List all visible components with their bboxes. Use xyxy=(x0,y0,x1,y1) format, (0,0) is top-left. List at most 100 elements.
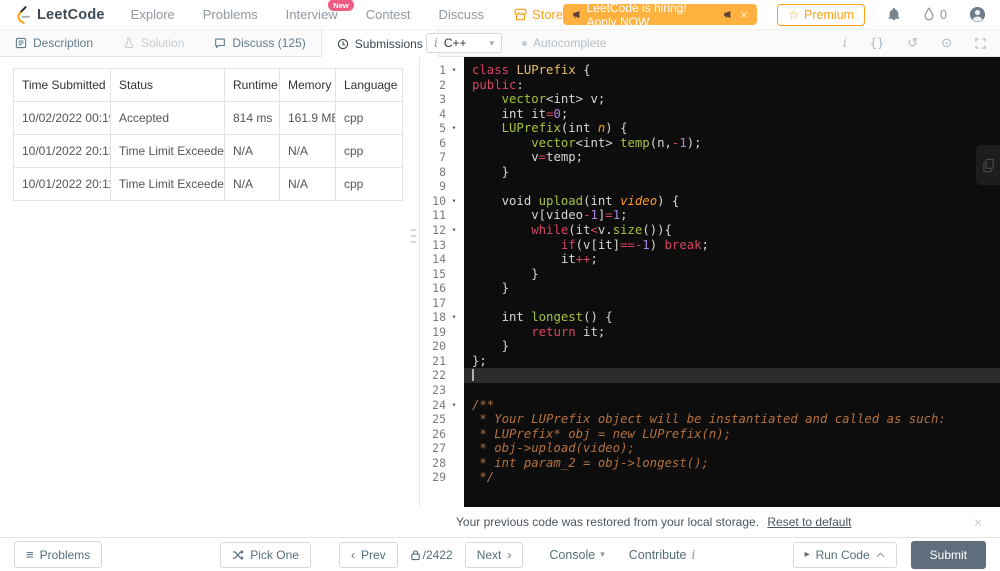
line-number[interactable]: 29 xyxy=(420,470,464,485)
line-number[interactable]: 15 xyxy=(420,267,464,282)
reset-to-default-link[interactable]: Reset to default xyxy=(767,515,851,529)
daily-streak[interactable]: 0 xyxy=(923,7,947,22)
line-number[interactable]: 11 xyxy=(420,208,464,223)
code-line[interactable] xyxy=(464,296,1000,311)
fold-arrow-icon[interactable] xyxy=(446,107,462,122)
hiring-banner[interactable]: LeetCode is hiring! Apply NOW. × xyxy=(563,1,757,29)
code-line[interactable]: } xyxy=(464,165,1000,180)
line-number[interactable]: 13 xyxy=(420,238,464,253)
fold-arrow-icon[interactable] xyxy=(446,150,462,165)
code-line[interactable]: }; xyxy=(464,354,1000,369)
fold-arrow-icon[interactable] xyxy=(446,456,462,471)
code-line[interactable] xyxy=(464,383,1000,398)
leetcode-logo[interactable]: LeetCode xyxy=(14,5,105,24)
code-line[interactable]: vector<int> temp(n,-1); xyxy=(464,136,1000,151)
code-line[interactable]: LUPrefix(int n) { xyxy=(464,121,1000,136)
fold-arrow-icon[interactable] xyxy=(446,267,462,282)
nav-item-discuss[interactable]: Discuss xyxy=(439,7,485,22)
fold-arrow-icon[interactable] xyxy=(446,165,462,180)
fold-arrow-icon[interactable] xyxy=(446,136,462,151)
line-number[interactable]: 28 xyxy=(420,456,464,471)
line-number[interactable]: 20 xyxy=(420,339,464,354)
language-select[interactable]: i C++ ▾ xyxy=(426,33,502,53)
table-row[interactable]: 10/01/2022 20:12 Time Limit Exceeded N/A N/… xyxy=(13,134,403,168)
fold-arrow-icon[interactable] xyxy=(446,368,462,383)
line-number[interactable]: 22 xyxy=(420,368,464,383)
fold-arrow-icon[interactable] xyxy=(446,441,462,456)
line-number[interactable]: 27 xyxy=(420,441,464,456)
line-number[interactable]: 18 ▾ xyxy=(420,310,464,325)
line-number[interactable]: 12 ▾ xyxy=(420,223,464,238)
code-line[interactable]: v=temp; xyxy=(464,150,1000,165)
code-line[interactable] xyxy=(464,368,1000,384)
table-row[interactable]: 10/01/2022 20:11 Time Limit Exceeded N/A N/… xyxy=(13,167,403,201)
line-number[interactable]: 16 xyxy=(420,281,464,296)
fold-arrow-icon[interactable]: ▾ xyxy=(446,63,462,78)
notifications-bell-icon[interactable] xyxy=(887,7,901,22)
code-line[interactable]: return it; xyxy=(464,325,1000,340)
fold-arrow-icon[interactable] xyxy=(446,208,462,223)
code-line[interactable]: vector<int> v; xyxy=(464,92,1000,107)
line-number[interactable]: 6 xyxy=(420,136,464,151)
code-editor[interactable]: 1 ▾ 2 3 4 5 ▾ 6 7 8 9 10 ▾ 11 12 ▾ 13 14 15 16 17 18 ▾ 19 20 21 22… xyxy=(420,57,1000,507)
nav-item-store[interactable]: Store xyxy=(514,7,563,22)
code-line[interactable]: * int param_2 = obj->longest(); xyxy=(464,456,1000,471)
line-number[interactable]: 17 xyxy=(420,296,464,311)
cell-status[interactable]: Time Limit Exceeded xyxy=(110,167,225,201)
cell-status[interactable]: Accepted xyxy=(110,101,225,135)
settings-icon[interactable]: ⊙ xyxy=(941,35,952,51)
line-number[interactable]: 8 xyxy=(420,165,464,180)
nav-item-problems[interactable]: Problems xyxy=(203,7,258,22)
code-line[interactable]: } xyxy=(464,267,1000,282)
fold-arrow-icon[interactable]: ▾ xyxy=(446,310,462,325)
line-number[interactable]: 4 xyxy=(420,107,464,122)
line-number[interactable]: 25 xyxy=(420,412,464,427)
nav-item-contest[interactable]: Contest xyxy=(366,7,411,22)
code-line[interactable]: v[video-1]=1; xyxy=(464,208,1000,223)
code-line[interactable]: } xyxy=(464,281,1000,296)
line-number[interactable]: 23 xyxy=(420,383,464,398)
fold-arrow-icon[interactable] xyxy=(446,78,462,93)
submit-button[interactable]: Submit xyxy=(910,540,986,569)
fold-arrow-icon[interactable] xyxy=(446,339,462,354)
console-toggle[interactable]: Console ▾ xyxy=(549,548,604,562)
line-number[interactable]: 14 xyxy=(420,252,464,267)
code-line[interactable]: it++; xyxy=(464,252,1000,267)
code-line[interactable]: * LUPrefix* obj = new LUPrefix(n); xyxy=(464,427,1000,442)
pick-one-button[interactable]: Pick One xyxy=(220,541,311,568)
code-line[interactable]: void upload(int video) { xyxy=(464,194,1000,209)
fold-arrow-icon[interactable] xyxy=(446,296,462,311)
info-icon[interactable]: i xyxy=(843,36,847,50)
table-row[interactable]: 10/02/2022 00:19 Accepted 814 ms 161.9 MB cp… xyxy=(13,101,403,135)
premium-button[interactable]: ☆ Premium xyxy=(776,3,866,26)
line-number[interactable]: 21 xyxy=(420,354,464,369)
code-line[interactable]: } xyxy=(464,339,1000,354)
fold-arrow-icon[interactable] xyxy=(446,238,462,253)
panel-resize-handle[interactable] xyxy=(411,229,416,243)
prev-button[interactable]: ‹ Prev xyxy=(338,541,398,568)
fold-arrow-icon[interactable] xyxy=(446,470,462,485)
fold-arrow-icon[interactable]: ▾ xyxy=(446,398,462,413)
fold-arrow-icon[interactable] xyxy=(446,427,462,442)
code-line[interactable]: /** xyxy=(464,398,1000,413)
code-line[interactable]: class LUPrefix { xyxy=(464,63,1000,78)
code-line[interactable]: int it=0; xyxy=(464,107,1000,122)
nav-item-explore[interactable]: Explore xyxy=(131,7,175,22)
tab-solution[interactable]: Solution xyxy=(108,30,199,56)
fold-arrow-icon[interactable] xyxy=(446,92,462,107)
code-line[interactable]: public: xyxy=(464,78,1000,93)
fold-arrow-icon[interactable] xyxy=(446,179,462,194)
fold-arrow-icon[interactable]: ▾ xyxy=(446,223,462,238)
code-area[interactable]: class LUPrefix {public: vector<int> v; i… xyxy=(464,57,1000,507)
line-number[interactable]: 7 xyxy=(420,150,464,165)
fold-arrow-icon[interactable] xyxy=(446,383,462,398)
line-number[interactable]: 3 xyxy=(420,92,464,107)
fold-arrow-icon[interactable] xyxy=(446,325,462,340)
fold-arrow-icon[interactable] xyxy=(446,252,462,267)
fold-arrow-icon[interactable]: ▾ xyxy=(446,194,462,209)
brackets-icon[interactable]: {} xyxy=(870,36,884,50)
line-number[interactable]: 5 ▾ xyxy=(420,121,464,136)
code-line[interactable]: */ xyxy=(464,470,1000,485)
nav-item-interview[interactable]: Interview New xyxy=(286,0,354,22)
notice-close-icon[interactable]: × xyxy=(974,514,982,530)
